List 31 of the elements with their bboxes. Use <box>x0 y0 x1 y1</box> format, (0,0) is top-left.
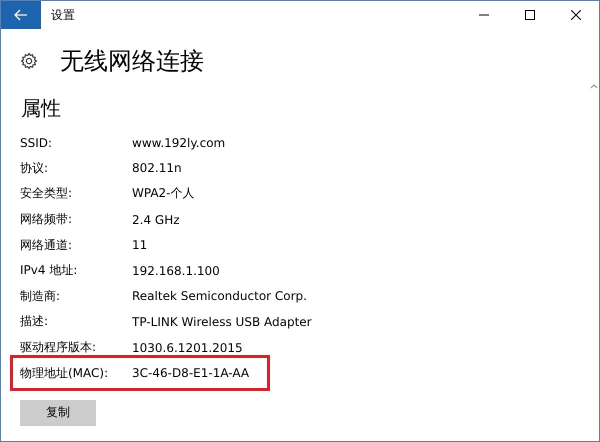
property-label: 驱动程序版本: <box>20 339 98 356</box>
property-value: 3C-46-D8-E1-1A-AA <box>132 366 250 380</box>
maximize-icon <box>525 10 535 20</box>
property-value: 1030.6.1201.2015 <box>132 340 243 355</box>
property-label: 网络频带: <box>20 211 74 228</box>
page-title: 无线网络连接 <box>60 46 204 77</box>
property-value: TP-LINK Wireless USB Adapter <box>132 314 312 329</box>
property-value: WPA2-个人 <box>132 185 195 202</box>
property-label: 物理地址(MAC): <box>20 364 110 382</box>
property-label: 制造商: <box>20 288 62 305</box>
copy-button[interactable]: 复制 <box>20 400 96 426</box>
property-value: www.192ly.com <box>132 136 226 150</box>
close-icon <box>571 10 581 20</box>
property-label: 安全类型: <box>20 185 74 202</box>
property-value: 11 <box>132 238 148 252</box>
minimize-icon <box>479 14 489 16</box>
scroll-up-icon[interactable] <box>590 83 598 89</box>
window-title: 设置 <box>51 6 76 24</box>
property-label: 网络通道: <box>20 236 74 254</box>
property-label: IPv4 地址: <box>20 262 78 280</box>
settings-icon <box>20 52 38 70</box>
property-label: SSID: <box>20 136 54 150</box>
section-title: 属性 <box>21 95 62 122</box>
property-value: 192.168.1.100 <box>132 264 220 278</box>
property-label: 描述: <box>20 313 50 330</box>
property-label: 协议: <box>20 160 50 177</box>
property-value: 2.4 GHz <box>132 212 180 227</box>
back-arrow-icon <box>14 9 28 21</box>
back-button[interactable] <box>1 1 41 29</box>
property-value: Realtek Semiconductor Corp. <box>132 289 307 304</box>
property-value: 802.11n <box>132 161 182 176</box>
